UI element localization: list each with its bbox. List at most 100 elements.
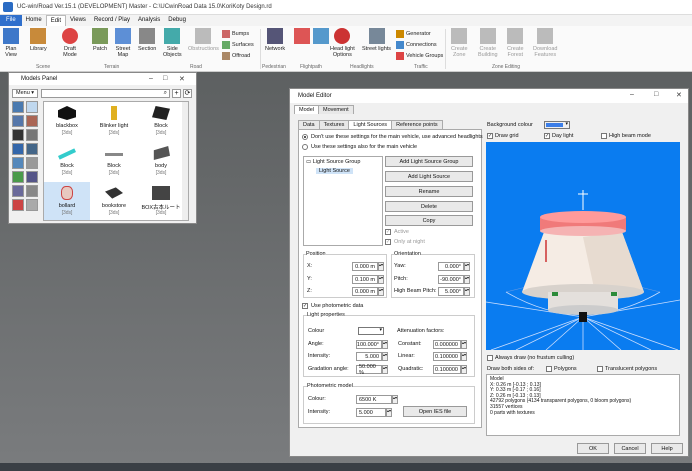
category-icon[interactable] <box>26 101 38 113</box>
category-icon[interactable] <box>12 157 24 169</box>
menu-analysis[interactable]: Analysis <box>134 15 164 26</box>
network-button[interactable]: Network <box>265 28 285 52</box>
model-item[interactable]: body [3ds] <box>138 142 184 180</box>
spinner[interactable]: ▴▾ <box>382 352 388 361</box>
category-icon[interactable] <box>26 171 38 183</box>
menu-dropdown[interactable]: Menu ▾ <box>12 88 39 98</box>
maximize-icon[interactable]: □ <box>163 75 167 82</box>
model-item[interactable]: bookstore [3ds] <box>91 182 137 220</box>
model-item[interactable]: Block [3ds] <box>44 142 90 180</box>
light-colour-picker[interactable]: ▾ <box>358 327 384 335</box>
spinner[interactable]: ▴▾ <box>464 262 470 271</box>
draft-mode-button[interactable]: Draft Mode <box>62 28 78 58</box>
connections-button[interactable]: Connections <box>396 41 437 49</box>
model-item[interactable]: BOX古本ルート [3ds] <box>138 182 184 220</box>
spinner[interactable]: ▴▾ <box>461 365 467 374</box>
head-light-options-button[interactable]: Head light Options <box>330 28 355 58</box>
model-3d-preview[interactable] <box>486 142 680 350</box>
category-icon[interactable] <box>26 199 38 211</box>
street-map-button[interactable]: Street Map <box>115 28 131 58</box>
ok-button[interactable]: OK <box>577 443 609 454</box>
section-button[interactable]: Section <box>138 28 156 52</box>
generator-button[interactable]: Generator <box>396 30 431 38</box>
models-scrollbar[interactable] <box>182 102 188 220</box>
quadratic-field[interactable]: 0.100000 <box>433 365 461 374</box>
rename-button[interactable]: Rename <box>385 186 473 197</box>
help-button[interactable]: Help <box>651 443 683 454</box>
models-search-input[interactable]: ⌕ <box>41 88 170 98</box>
position-x-field[interactable]: 0.000 m <box>352 262 378 271</box>
cancel-button[interactable]: Cancel <box>614 443 646 454</box>
always-draw-checkbox[interactable] <box>487 355 493 361</box>
spinner[interactable]: ▴▾ <box>392 395 398 404</box>
close-icon[interactable]: ✕ <box>179 75 185 83</box>
menu-file[interactable]: File <box>0 15 22 26</box>
bumps-button[interactable]: Bumps <box>222 30 249 38</box>
tab-model[interactable]: Model <box>294 105 319 114</box>
category-icon[interactable] <box>12 143 24 155</box>
spinner[interactable]: ▴▾ <box>382 365 388 374</box>
spinner[interactable]: ▴▾ <box>464 287 470 296</box>
flightpath-button-1[interactable] <box>294 28 310 46</box>
tab-data[interactable]: Data <box>298 120 320 129</box>
tab-light-sources[interactable]: Light Sources <box>348 120 393 129</box>
position-z-field[interactable]: 0.000 m <box>352 287 378 296</box>
menu-home[interactable]: Home <box>22 15 46 26</box>
spinner[interactable]: ▴▾ <box>386 408 392 417</box>
open-ies-file-button[interactable]: Open IES file <box>403 406 467 417</box>
offroad-button[interactable]: Offroad <box>222 52 250 60</box>
use-photometric-checkbox[interactable]: ✓ <box>302 303 308 309</box>
add-light-source-button[interactable]: Add Light Source <box>385 171 473 182</box>
obstructions-button[interactable]: Obstructions <box>188 28 219 52</box>
add-light-source-group-button[interactable]: Add Light Source Group <box>385 156 473 167</box>
constant-field[interactable]: 0.000000 <box>433 340 461 349</box>
radio-dont-use[interactable] <box>302 134 308 140</box>
model-item[interactable]: Block [3ds] <box>91 142 137 180</box>
tab-movement[interactable]: Movement <box>317 105 354 114</box>
polygons-checkbox[interactable] <box>546 366 552 372</box>
close-icon[interactable]: ✕ <box>676 91 682 99</box>
photometric-intensity-field[interactable]: 5.000 <box>356 408 386 417</box>
tab-reference-points[interactable]: Reference points <box>391 120 443 129</box>
category-icon[interactable] <box>12 115 24 127</box>
delete-button[interactable]: Delete <box>385 201 473 212</box>
spinner[interactable]: ▴▾ <box>378 287 384 296</box>
side-objects-button[interactable]: Side Objects <box>163 28 182 58</box>
category-icon[interactable] <box>26 157 38 169</box>
add-icon[interactable]: + <box>172 88 181 98</box>
refresh-icon[interactable]: ⟳ <box>183 88 192 98</box>
spinner[interactable]: ▴▾ <box>461 340 467 349</box>
draw-grid-checkbox[interactable]: ✓ <box>487 133 493 139</box>
patch-button[interactable]: Patch <box>92 28 108 52</box>
spinner[interactable]: ▴▾ <box>378 262 384 271</box>
minimize-icon[interactable]: – <box>149 75 153 82</box>
photometric-colour-field[interactable]: 6500 K <box>356 395 392 404</box>
model-item[interactable]: Block [3ds] <box>138 102 184 140</box>
model-item[interactable]: Blinker light [3ds] <box>91 102 137 140</box>
create-forest-button[interactable]: Create Forest <box>507 28 524 58</box>
plan-view-button[interactable]: Plan View <box>3 28 19 58</box>
position-y-field[interactable]: 0.100 m <box>352 275 378 284</box>
category-icon[interactable] <box>26 143 38 155</box>
background-colour-picker[interactable]: ▾ <box>544 121 570 129</box>
category-icon[interactable] <box>12 199 24 211</box>
angle-field[interactable]: 100.000° <box>356 340 382 349</box>
day-light-checkbox[interactable]: ✓ <box>544 133 550 139</box>
category-icon[interactable] <box>12 101 24 113</box>
download-features-button[interactable]: Download Features <box>533 28 557 58</box>
category-icon[interactable] <box>12 185 24 197</box>
surfaces-button[interactable]: Surfaces <box>222 41 254 49</box>
translucent-polygons-checkbox[interactable] <box>597 366 603 372</box>
tree-light-source[interactable]: Light Source <box>316 168 353 174</box>
spinner[interactable]: ▴▾ <box>378 275 384 284</box>
minimize-icon[interactable]: – <box>630 91 634 98</box>
model-item-selected[interactable]: bollard [3ds] <box>44 182 90 220</box>
high-beam-mode-checkbox[interactable] <box>601 133 607 139</box>
light-tree[interactable]: ▭ Light Source Group Light Source <box>303 156 383 246</box>
gradation-angle-field[interactable]: 50.000 % <box>356 364 382 376</box>
model-item[interactable]: blackbox [3ds] <box>44 102 90 140</box>
category-icon[interactable] <box>12 171 24 183</box>
flightpath-button-2[interactable] <box>313 28 329 46</box>
spinner[interactable]: ▴▾ <box>464 275 470 284</box>
high-beam-pitch-field[interactable]: 5.000° <box>438 287 464 296</box>
